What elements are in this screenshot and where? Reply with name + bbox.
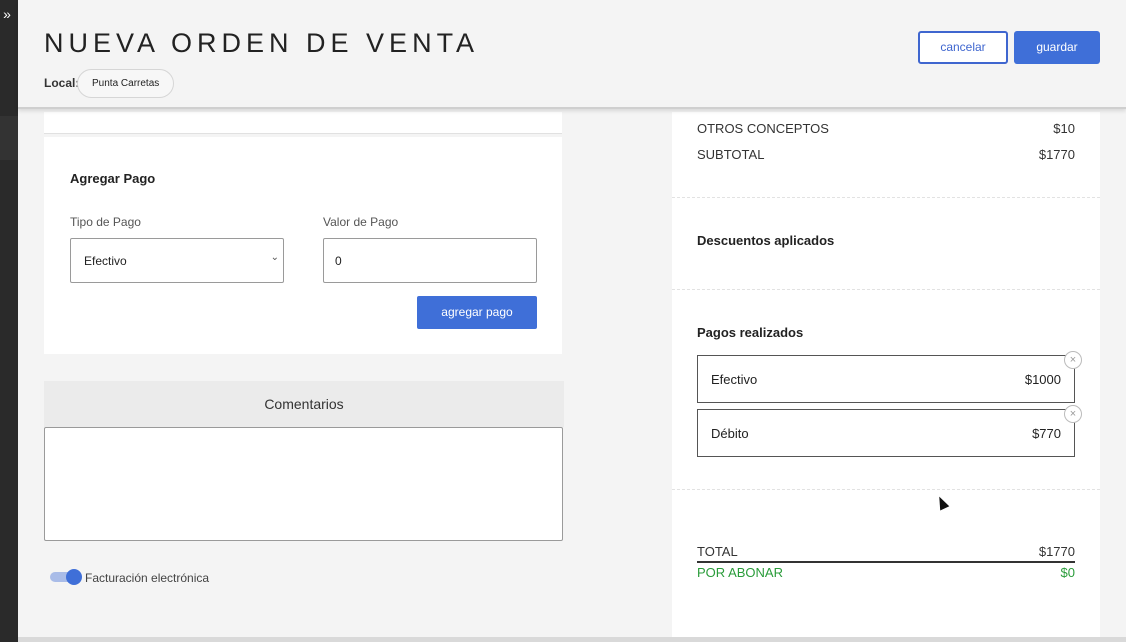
comments-header: Comentarios [44, 381, 564, 427]
payment-item: Débito $770 [697, 409, 1075, 457]
payment-amount: $1000 [1024, 372, 1061, 387]
expand-sidebar-icon[interactable]: » [0, 4, 14, 24]
payment-type-select[interactable]: Efectivo ⌄ [70, 238, 284, 283]
local-chip[interactable]: Punta Carretas [77, 69, 175, 98]
pending-amount: $0 [1060, 565, 1075, 580]
payment-method: Débito [711, 426, 749, 441]
divider [672, 197, 1100, 198]
left-sidebar-strip: » [0, 0, 18, 642]
payments-title: Pagos realizados [697, 325, 804, 340]
order-summary-panel: OTROS CONCEPTOS $10 SUBTOTAL $1770 Descu… [672, 112, 1100, 642]
cancel-button[interactable]: cancelar [918, 31, 1008, 64]
add-payment-card: Agregar Pago Tipo de Pago Valor de Pago … [44, 137, 562, 354]
summary-row-label: SUBTOTAL [697, 147, 765, 162]
electronic-invoice-label: Facturación electrónica [85, 571, 210, 585]
total-amount: $1770 [1038, 544, 1075, 559]
sidebar-shade [0, 116, 18, 160]
summary-row-label: OTROS CONCEPTOS [697, 121, 829, 136]
toggle-knob [66, 569, 82, 585]
payment-type-value: Efectivo [84, 254, 127, 268]
discounts-title: Descuentos aplicados [697, 233, 835, 248]
summary-row-amount: $10 [1053, 121, 1075, 136]
summary-row-amount: $1770 [1038, 147, 1075, 162]
previous-card [44, 112, 562, 134]
divider [672, 489, 1100, 490]
add-payment-title: Agregar Pago [70, 171, 156, 186]
payment-value-input[interactable]: 0 [323, 238, 537, 283]
summary-row-subtotal: SUBTOTAL $1770 [697, 147, 1075, 162]
remove-payment-icon[interactable]: × [1064, 351, 1082, 369]
payment-value-text: 0 [335, 254, 342, 268]
page-header: NUEVA ORDEN DE VENTA Local: Punta Carret… [18, 0, 1126, 109]
pending-label: POR ABONAR [697, 565, 783, 580]
comments-textarea[interactable] [44, 427, 563, 541]
chevron-down-icon: ⌄ [270, 252, 279, 263]
payment-type-label: Tipo de Pago [70, 215, 141, 229]
total-divider [697, 561, 1075, 563]
local-label: Local: [44, 76, 80, 90]
save-button[interactable]: guardar [1014, 31, 1100, 64]
electronic-invoice-toggle[interactable] [50, 569, 82, 585]
payment-amount: $770 [1032, 426, 1061, 441]
bottom-bar [18, 637, 1126, 642]
summary-row-otros: OTROS CONCEPTOS $10 [697, 121, 1075, 136]
divider [672, 289, 1100, 290]
total-row: TOTAL $1770 [697, 544, 1075, 559]
payment-item: Efectivo $1000 [697, 355, 1075, 403]
payment-method: Efectivo [711, 372, 758, 387]
page-title: NUEVA ORDEN DE VENTA [44, 28, 480, 58]
total-label: TOTAL [697, 544, 738, 559]
payment-value-label: Valor de Pago [323, 215, 399, 229]
remove-payment-icon[interactable]: × [1064, 405, 1082, 423]
pending-row: POR ABONAR $0 [697, 565, 1075, 580]
add-payment-button[interactable]: agregar pago [417, 296, 537, 329]
